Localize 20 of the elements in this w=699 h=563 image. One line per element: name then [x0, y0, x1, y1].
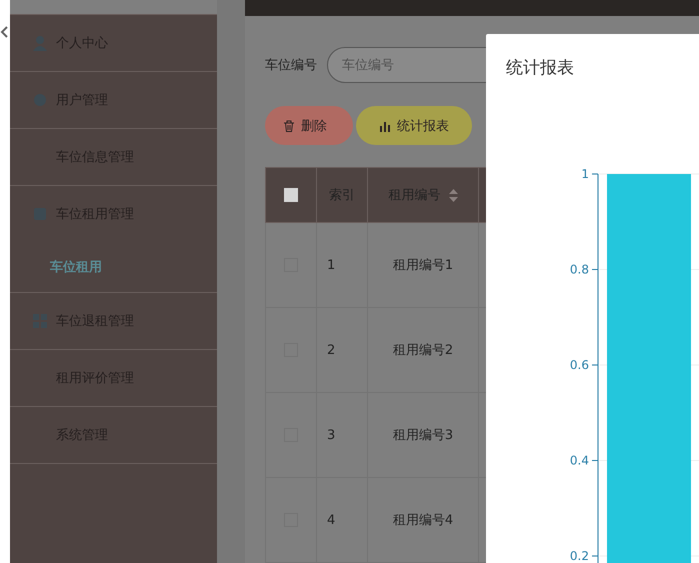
search-label: 车位编号 [265, 57, 317, 74]
table-cell: 3 [327, 428, 336, 442]
table-cell: 租用编号3 [392, 428, 454, 443]
axis-tick-label: 0.8 [570, 262, 589, 276]
delete-button[interactable]: 删除 [265, 106, 353, 145]
table-cell: 1 [327, 258, 336, 272]
trash-icon [283, 120, 295, 132]
axis-tick-label: 0.2 [570, 549, 589, 563]
axis-tick-label: 1 [581, 167, 589, 181]
axis-tick-label: 0.4 [570, 454, 589, 468]
sidebar-subitem[interactable]: 车位租用 [10, 242, 217, 292]
table-cell: 租用编号4 [392, 513, 454, 528]
table-cell: 2 [327, 342, 336, 358]
report-button[interactable]: 统计报表 [356, 106, 472, 145]
axis-tick-label: 0.6 [570, 358, 589, 372]
table-cell: 4 [327, 512, 336, 528]
bar-chart-icon [379, 120, 391, 132]
table-cell: 租用编号2 [392, 343, 454, 358]
select-all-checkbox[interactable] [284, 188, 298, 202]
table-cell: 租用编号1 [392, 258, 454, 273]
